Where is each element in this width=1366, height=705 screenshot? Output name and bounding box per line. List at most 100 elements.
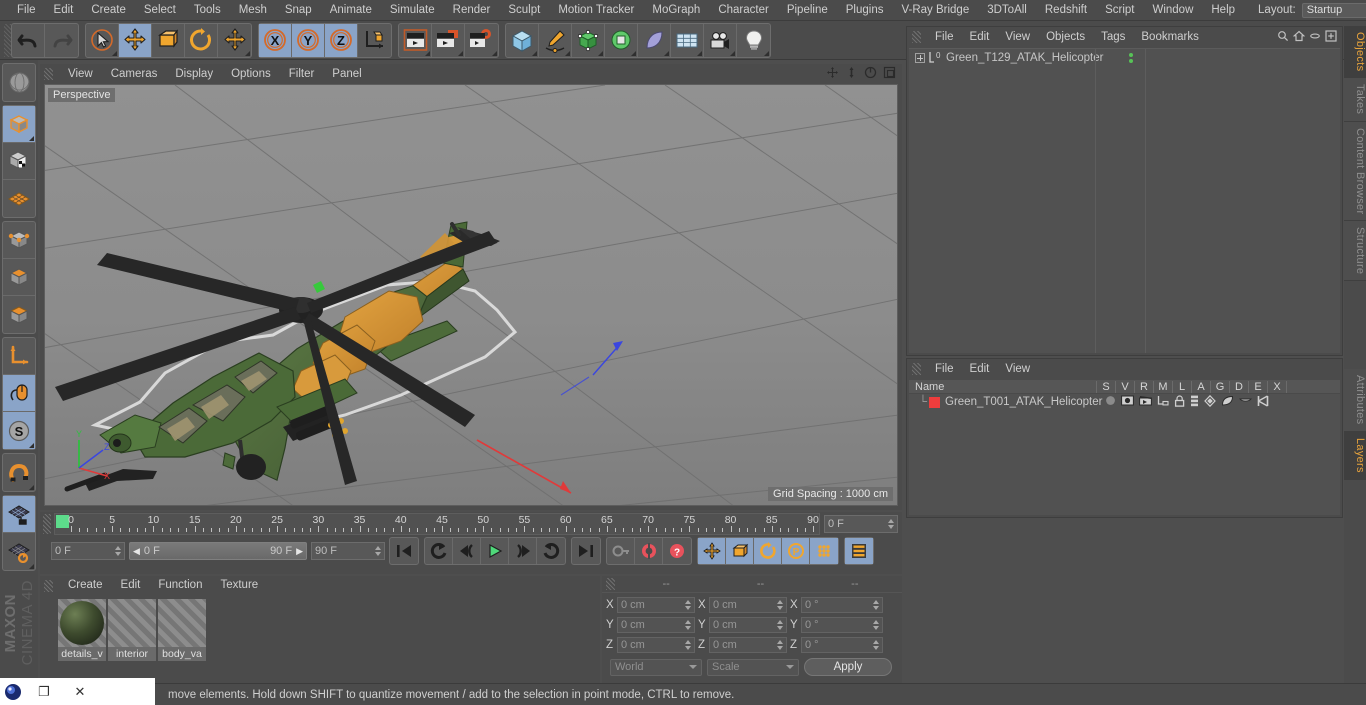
spline-pen-button[interactable] — [539, 23, 572, 57]
material-item[interactable]: interior — [108, 599, 156, 661]
layer-menu-edit[interactable]: Edit — [962, 359, 998, 379]
primitive-cube-button[interactable] — [506, 23, 539, 57]
key-parameter-button[interactable]: P — [782, 538, 810, 564]
home-icon[interactable] — [1292, 30, 1306, 45]
previous-frame-button[interactable] — [453, 538, 481, 564]
size-y-field[interactable]: 0 cm — [709, 617, 787, 633]
spinner-icon[interactable] — [375, 546, 381, 556]
menu-item-motion-tracker[interactable]: Motion Tracker — [549, 0, 643, 21]
timeline-end-field[interactable]: 0 F — [824, 515, 898, 533]
move-tool-button[interactable] — [119, 23, 152, 57]
spinner-icon[interactable] — [777, 640, 783, 650]
environment-button[interactable] — [671, 23, 704, 57]
layer-color-swatch[interactable] — [929, 396, 940, 408]
tab-objects[interactable]: Objects — [1344, 26, 1366, 79]
play-button[interactable] — [481, 538, 509, 564]
menu-item-vray-bridge[interactable]: V-Ray Bridge — [892, 0, 978, 21]
texture-mode-button[interactable] — [3, 143, 35, 180]
lock-x-axis-button[interactable]: X — [259, 23, 292, 57]
lock-y-axis-button[interactable]: Y — [292, 23, 325, 57]
undo-button[interactable] — [12, 23, 45, 57]
perspective-viewport[interactable]: Perspective Grid Spacing : 1000 cm Y X Z — [44, 84, 898, 506]
menu-item-help[interactable]: Help — [1202, 0, 1244, 21]
light-button[interactable] — [737, 24, 770, 57]
menu-item-plugins[interactable]: Plugins — [837, 0, 893, 21]
material-thumbnail[interactable] — [108, 599, 156, 647]
render-icon[interactable] — [1139, 395, 1152, 409]
menu-item-create[interactable]: Create — [82, 0, 135, 21]
max-frame-field[interactable]: 90 F — [311, 542, 385, 560]
close-window-button[interactable]: ✕ — [62, 678, 98, 705]
lock-icon[interactable] — [1174, 394, 1185, 410]
object-menu-file[interactable]: File — [927, 27, 962, 47]
menu-item-file[interactable]: File — [8, 0, 45, 21]
go-to-start-button[interactable] — [390, 538, 418, 564]
layer-row[interactable]: └ Green_T001_ATAK_Helicopter — [909, 394, 1340, 410]
deformer-button[interactable] — [638, 23, 671, 57]
tab-attributes[interactable]: Attributes — [1344, 369, 1366, 432]
menu-item-select[interactable]: Select — [135, 0, 185, 21]
timeline-grip[interactable] — [43, 514, 51, 534]
model-mode-button[interactable] — [3, 106, 35, 143]
render-view-button[interactable] — [399, 23, 432, 57]
position-x-field[interactable]: 0 cm — [617, 597, 695, 613]
material-menu-function[interactable]: Function — [149, 576, 211, 595]
object-name[interactable]: Green_T129_ATAK_Helicopter — [946, 52, 1103, 64]
object-menu-tags[interactable]: Tags — [1093, 27, 1133, 47]
maximize-view-icon[interactable] — [883, 66, 896, 82]
coordinate-system-select[interactable]: World — [610, 658, 702, 676]
loop-reverse-button[interactable] — [537, 538, 565, 564]
viewport-menu-grip[interactable] — [44, 68, 53, 80]
material-menu-texture[interactable]: Texture — [211, 576, 267, 595]
layer-menu-view[interactable]: View — [997, 359, 1038, 379]
visible-icon[interactable] — [1121, 395, 1134, 409]
material-menu-edit[interactable]: Edit — [112, 576, 150, 595]
xpresso-icon[interactable] — [1257, 394, 1269, 410]
scale-tool-button[interactable] — [152, 23, 185, 57]
generators-icon[interactable] — [1204, 394, 1216, 410]
viewport-menu-display[interactable]: Display — [166, 64, 222, 84]
timeline-ruler[interactable]: 0 5 10 15 20 25 30 35 40 45 50 55 60 65 70 75 80 85 90 — [54, 513, 820, 535]
deformers-icon[interactable] — [1221, 395, 1234, 410]
collapse-icon[interactable] — [1309, 30, 1321, 45]
layer-name[interactable]: Green_T001_ATAK_Helicopter — [945, 396, 1102, 408]
key-rotation-button[interactable] — [754, 538, 782, 564]
lock-z-axis-button[interactable]: Z — [325, 23, 358, 57]
rotation-x-field[interactable]: 0 ° — [801, 597, 883, 613]
edges-mode-button[interactable] — [3, 259, 35, 296]
menu-item-script[interactable]: Script — [1096, 0, 1143, 21]
zoom-dolly-icon[interactable] — [845, 66, 858, 82]
viewport-menu-panel[interactable]: Panel — [323, 64, 370, 84]
viewport-menu-cameras[interactable]: Cameras — [102, 64, 167, 84]
coordinates-grip[interactable] — [606, 578, 615, 590]
spinner-icon[interactable] — [685, 600, 691, 610]
menu-item-render[interactable]: Render — [444, 0, 500, 21]
manager-icon[interactable] — [1157, 395, 1169, 409]
range-right-arrow-icon[interactable]: ▶ — [296, 546, 303, 557]
menu-item-3dtoall[interactable]: 3DToAll — [978, 0, 1036, 21]
record-active-objects-button[interactable] — [635, 538, 663, 564]
menu-item-sculpt[interactable]: Sculpt — [499, 0, 549, 21]
world-object-coordinate-button[interactable] — [358, 24, 391, 57]
toolbar-grip[interactable] — [4, 23, 11, 57]
material-thumbnail[interactable] — [58, 599, 106, 647]
material-item[interactable]: details_v — [58, 599, 106, 661]
current-frame-field[interactable]: 0 F — [51, 542, 125, 560]
menu-item-mesh[interactable]: Mesh — [230, 0, 276, 21]
polygons-mode-button[interactable] — [3, 296, 35, 333]
camera-button[interactable] — [704, 23, 737, 57]
menu-item-redshift[interactable]: Redshift — [1036, 0, 1096, 21]
key-position-button[interactable] — [698, 538, 726, 564]
material-menu-grip[interactable] — [44, 579, 53, 592]
viewport-menu-view[interactable]: View — [59, 64, 102, 84]
make-editable-button[interactable] — [3, 64, 35, 101]
rotation-z-field[interactable]: 0 ° — [801, 637, 883, 653]
render-to-picture-viewer-button[interactable] — [432, 23, 465, 57]
spinner-icon[interactable] — [777, 620, 783, 630]
spinner-icon[interactable] — [873, 600, 879, 610]
rotation-y-field[interactable]: 0 ° — [801, 617, 883, 633]
menu-item-edit[interactable]: Edit — [45, 0, 83, 21]
size-x-field[interactable]: 0 cm — [709, 597, 787, 613]
search-icon[interactable] — [1277, 30, 1289, 45]
autokey-button[interactable] — [607, 538, 635, 564]
